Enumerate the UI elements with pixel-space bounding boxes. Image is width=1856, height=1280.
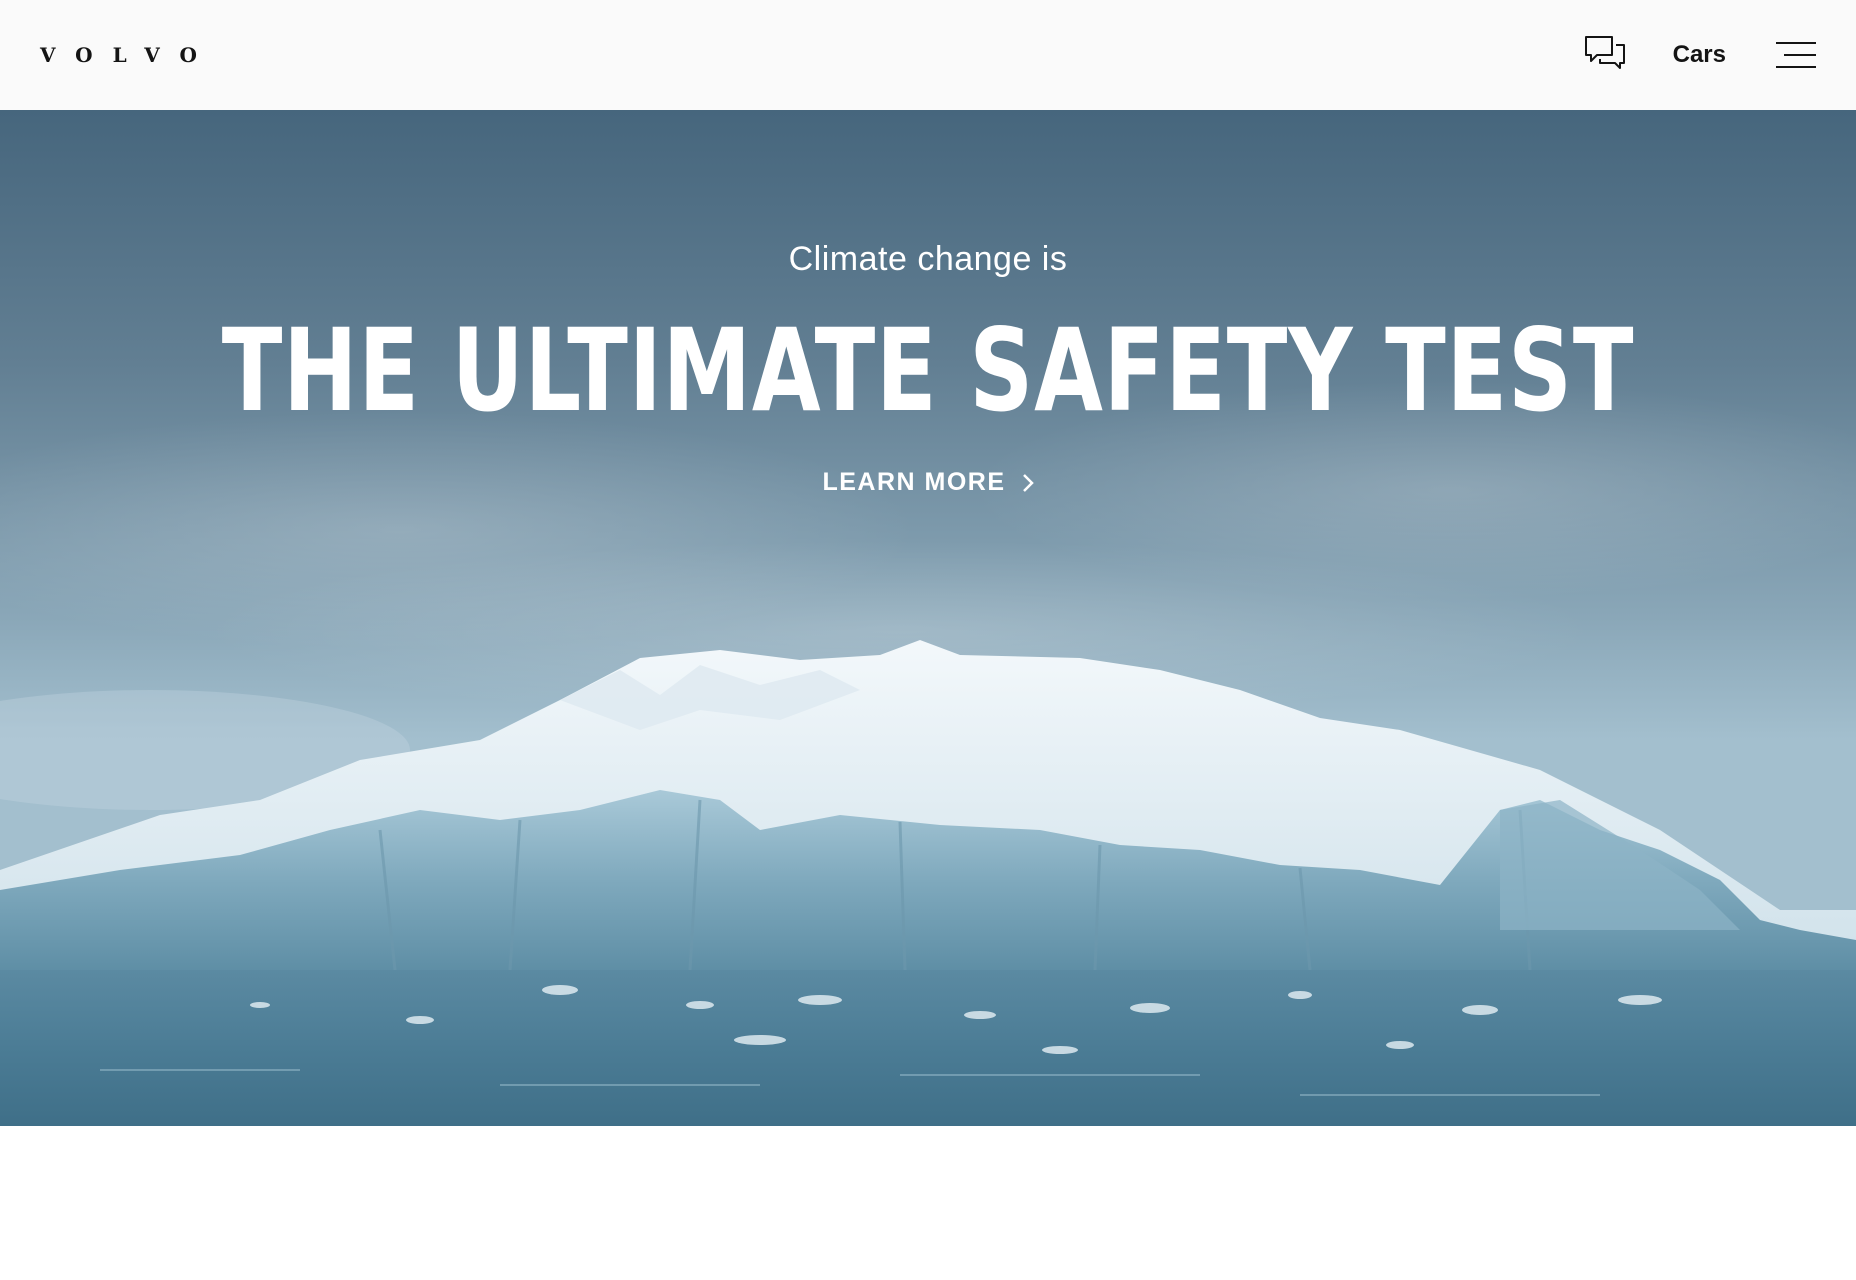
chat-button[interactable]	[1583, 33, 1627, 77]
hero-banner: Climate change is THE ULTIMATE SAFETY TE…	[0, 110, 1856, 1126]
site-header: VOLVO Cars	[0, 0, 1856, 110]
chevron-right-icon	[1022, 473, 1034, 493]
learn-more-label: LEARN MORE	[822, 468, 1006, 496]
chat-bubbles-icon	[1584, 35, 1626, 76]
hamburger-menu-icon	[1776, 42, 1816, 44]
hero-title: THE ULTIMATE SAFETY TEST	[221, 304, 1635, 437]
header-actions: Cars	[1583, 33, 1816, 77]
volvo-logo[interactable]: VOLVO	[40, 43, 217, 67]
hamburger-line	[1776, 66, 1816, 68]
hamburger-line	[1784, 54, 1816, 56]
page: VOLVO Cars Climate change is THE ULTIMAT…	[0, 0, 1856, 1280]
hero-subtitle: Climate change is	[788, 240, 1068, 278]
menu-button[interactable]	[1776, 39, 1816, 71]
cars-link[interactable]: Cars	[1673, 41, 1726, 69]
learn-more-link[interactable]: LEARN MORE	[0, 468, 1856, 497]
content-below	[0, 1126, 1856, 1280]
